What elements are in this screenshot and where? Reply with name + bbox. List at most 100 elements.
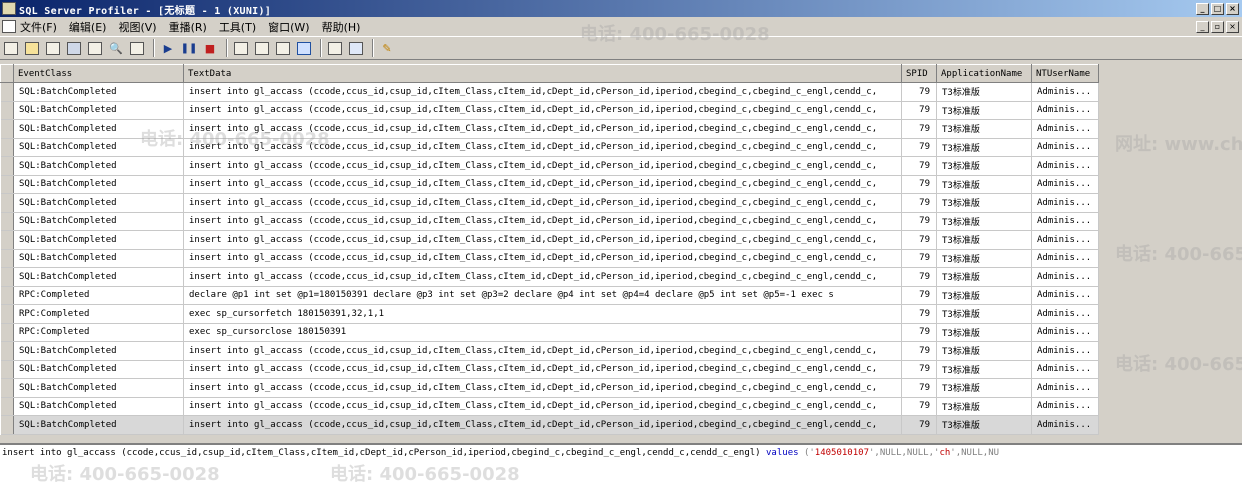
table-row[interactable]: RPC:Completed exec sp_cursorclose 1801503… [0, 323, 1099, 342]
table-row[interactable]: SQL:BatchCompleted insert into gl_accass … [0, 378, 1099, 398]
cell-textdata: insert into gl_accass (ccode,ccus_id,csu… [183, 138, 902, 157]
column-header-spid[interactable]: SPID [901, 64, 937, 83]
save-icon[interactable] [65, 39, 83, 57]
cell-eventclass: RPC:Completed [13, 304, 184, 324]
cell-textdata: insert into gl_accass (ccode,ccus_id,csu… [183, 360, 902, 379]
table-row[interactable]: SQL:BatchCompleted insert into gl_accass … [0, 397, 1099, 416]
menu-edit[interactable]: 编辑(E) [69, 19, 115, 35]
menu-window[interactable]: 窗口(W) [268, 19, 317, 35]
column-header-applicationname[interactable]: ApplicationName [936, 64, 1032, 83]
row-selector[interactable] [0, 397, 14, 416]
open-file-icon[interactable] [23, 39, 41, 57]
row-selector[interactable] [0, 304, 14, 324]
cell-textdata: insert into gl_accass (ccode,ccus_id,csu… [183, 175, 902, 194]
table-row[interactable]: RPC:Completed exec sp_cursorfetch 1801503… [0, 304, 1099, 324]
row-selector[interactable] [0, 119, 14, 139]
column-header-eventclass[interactable]: EventClass [13, 64, 184, 83]
textdata-detail-pane[interactable]: insert into gl_accass (ccode,ccus_id,csu… [0, 443, 1242, 499]
row-selector[interactable] [0, 267, 14, 287]
find-icon[interactable]: 🔍 [107, 39, 125, 57]
maximize-button[interactable]: □ [1211, 2, 1224, 15]
table-row[interactable]: SQL:BatchCompleted insert into gl_accass … [0, 341, 1099, 361]
cell-applicationname: T3标准版 [936, 397, 1032, 416]
table-row[interactable]: SQL:BatchCompleted insert into gl_accass … [0, 138, 1099, 157]
toggle-bookmark-icon[interactable] [274, 39, 292, 57]
perfmon-icon[interactable] [347, 39, 365, 57]
pause-icon[interactable]: ❚❚ [180, 39, 198, 57]
row-selector[interactable] [0, 193, 14, 213]
doc-minimize-button[interactable]: _ [1196, 20, 1209, 33]
start-icon[interactable]: ▶ [159, 39, 177, 57]
row-selector[interactable] [0, 156, 14, 176]
row-selector[interactable] [0, 230, 14, 250]
table-row[interactable]: SQL:BatchCompleted insert into gl_accass … [0, 101, 1099, 120]
toolbar-separator [226, 39, 228, 57]
close-button[interactable]: × [1226, 2, 1239, 15]
row-selector[interactable] [0, 341, 14, 361]
open-table-icon[interactable] [44, 39, 62, 57]
table-row[interactable]: SQL:BatchCompleted insert into gl_accass … [0, 249, 1099, 268]
document-icon[interactable] [2, 20, 16, 33]
cell-eventclass: SQL:BatchCompleted [13, 378, 184, 398]
row-selector[interactable] [0, 101, 14, 120]
help-icon[interactable]: ✎ [378, 39, 396, 57]
toolbar-separator [153, 39, 155, 57]
table-row[interactable]: SQL:BatchCompleted insert into gl_accass … [0, 415, 1099, 435]
row-selector[interactable] [0, 82, 14, 102]
menu-tools[interactable]: 工具(T) [219, 19, 264, 35]
row-selector[interactable] [0, 175, 14, 194]
cell-eventclass: SQL:BatchCompleted [13, 415, 184, 435]
trace-grid-body: SQL:BatchCompleted insert into gl_accass … [0, 82, 1099, 435]
auto-scroll-icon[interactable] [295, 39, 313, 57]
menu-file[interactable]: 文件(F) [20, 19, 65, 35]
clear-icon[interactable] [128, 39, 146, 57]
column-header-textdata[interactable]: TextData [183, 64, 902, 83]
cell-textdata: exec sp_cursorfetch 180150391,32,1,1 [183, 304, 902, 324]
table-row[interactable]: SQL:BatchCompleted insert into gl_accass … [0, 82, 1099, 102]
table-row[interactable]: SQL:BatchCompleted insert into gl_accass … [0, 360, 1099, 379]
cell-ntusername: Adminis... [1031, 119, 1099, 139]
row-selector[interactable] [0, 360, 14, 379]
row-selector[interactable] [0, 138, 14, 157]
row-selector[interactable] [0, 212, 14, 231]
new-trace-icon[interactable] [2, 39, 20, 57]
cell-textdata: insert into gl_accass (ccode,ccus_id,csu… [183, 267, 902, 287]
table-row[interactable]: SQL:BatchCompleted insert into gl_accass … [0, 156, 1099, 176]
table-row[interactable]: SQL:BatchCompleted insert into gl_accass … [0, 119, 1099, 139]
cell-spid: 79 [901, 138, 937, 157]
cell-spid: 79 [901, 267, 937, 287]
cell-spid: 79 [901, 101, 937, 120]
doc-restore-button[interactable]: ▫ [1211, 20, 1224, 33]
menu-help[interactable]: 帮助(H) [322, 19, 369, 35]
menu-view[interactable]: 视图(V) [118, 19, 164, 35]
cell-applicationname: T3标准版 [936, 415, 1032, 435]
cell-ntusername: Adminis... [1031, 323, 1099, 342]
table-row[interactable]: SQL:BatchCompleted insert into gl_accass … [0, 175, 1099, 194]
activity-monitor-icon[interactable] [326, 39, 344, 57]
cell-textdata: exec sp_cursorclose 180150391 [183, 323, 902, 342]
menu-replay[interactable]: 重播(R) [169, 19, 215, 35]
table-row[interactable]: SQL:BatchCompleted insert into gl_accass … [0, 267, 1099, 287]
table-row[interactable]: SQL:BatchCompleted insert into gl_accass … [0, 212, 1099, 231]
toolbar-separator [372, 39, 374, 57]
properties-icon[interactable] [86, 39, 104, 57]
stop-icon[interactable]: ■ [201, 39, 219, 57]
column-header-ntusername[interactable]: NTUserName [1031, 64, 1099, 83]
table-row[interactable]: RPC:Completed declare @p1 int set @p1=180… [0, 286, 1099, 305]
table-row[interactable]: SQL:BatchCompleted insert into gl_accass … [0, 230, 1099, 250]
row-selector[interactable] [0, 249, 14, 268]
doc-close-button[interactable]: × [1226, 20, 1239, 33]
row-selector[interactable] [0, 323, 14, 342]
minimize-button[interactable]: _ [1196, 2, 1209, 15]
detail-sql-string: 1405010107 [814, 448, 869, 458]
row-selector[interactable] [0, 415, 14, 435]
cell-eventclass: SQL:BatchCompleted [13, 175, 184, 194]
cell-ntusername: Adminis... [1031, 230, 1099, 250]
table-row[interactable]: SQL:BatchCompleted insert into gl_accass … [0, 193, 1099, 213]
cell-ntusername: Adminis... [1031, 267, 1099, 287]
cell-ntusername: Adminis... [1031, 360, 1099, 379]
row-selector[interactable] [0, 378, 14, 398]
run-to-cursor-icon[interactable] [253, 39, 271, 57]
step-icon[interactable] [232, 39, 250, 57]
row-selector[interactable] [0, 286, 14, 305]
